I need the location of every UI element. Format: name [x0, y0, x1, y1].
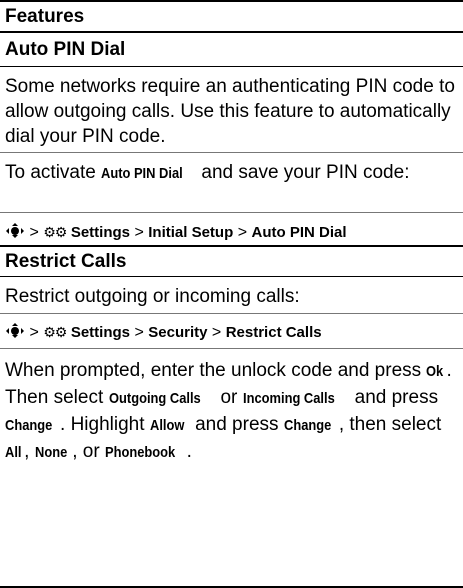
top-rule	[0, 0, 463, 2]
section-title-rule	[0, 276, 463, 277]
auto-pin-intro: Some networks require an authenticating …	[5, 76, 455, 147]
row-divider	[0, 212, 463, 213]
key-label: Incoming Calls	[242, 390, 335, 407]
restrict-intro: Restrict outgoing or incoming calls:	[5, 286, 300, 307]
manual-page: Features Auto PIN Dial Some networks req…	[0, 0, 463, 588]
section-rule	[0, 245, 463, 247]
key-label: Phonebook	[104, 444, 176, 461]
settings-icon: ⚙⚙	[43, 224, 67, 240]
key-label: All	[5, 444, 22, 461]
row-divider	[0, 348, 463, 349]
key-label: Allow	[149, 417, 185, 434]
header-rule	[0, 31, 463, 33]
row-divider	[0, 313, 463, 314]
key-label: Outgoing Calls	[108, 390, 201, 407]
restrict-path: > ⚙⚙ Settings > Security > Restrict Call…	[5, 322, 322, 343]
table-header: Features	[5, 6, 85, 27]
key-label: None	[34, 444, 67, 461]
key-label: Change	[5, 417, 53, 434]
settings-icon: ⚙⚙	[43, 324, 67, 340]
menu-term: Auto PIN Dial	[101, 165, 183, 182]
row-divider	[0, 152, 463, 153]
auto-pin-path: > ⚙⚙ Settings > Initial Setup > Auto PIN…	[5, 222, 347, 243]
nav-key-icon	[5, 222, 25, 240]
section-title-restrict-calls: Restrict Calls	[5, 251, 127, 272]
key-label: Ok	[426, 363, 444, 380]
restrict-steps: When prompted, enter the unlock code and…	[5, 358, 455, 466]
key-label: Change	[283, 417, 332, 434]
nav-key-icon	[5, 322, 25, 340]
section-title-auto-pin-dial: Auto PIN Dial	[5, 39, 126, 60]
section-title-rule	[0, 66, 463, 67]
auto-pin-activate: To activate Auto PIN Dial and save your …	[5, 160, 455, 186]
